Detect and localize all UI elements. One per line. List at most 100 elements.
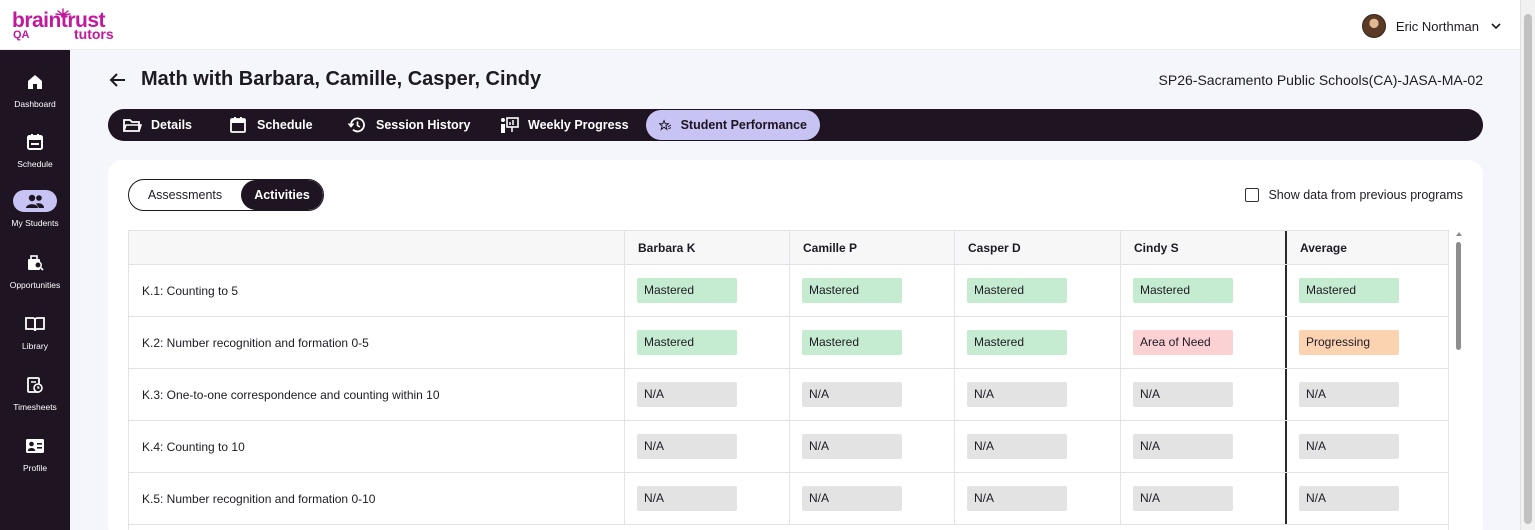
toggle-assessments[interactable]: Assessments xyxy=(129,180,241,210)
table-row: K.4: Counting to 10 N/A N/A N/A N/A N/A xyxy=(129,421,1448,473)
header-label: Casper D xyxy=(968,241,1021,255)
student-status-cell: N/A xyxy=(789,421,954,472)
average-cell: N/A xyxy=(1285,369,1448,420)
student-status-cell: Mastered xyxy=(954,265,1120,316)
header-cell-student: Camille P xyxy=(789,231,954,264)
status-badge: N/A xyxy=(637,382,737,407)
tab-label: Session History xyxy=(376,118,471,132)
status-badge: Mastered xyxy=(1299,278,1399,303)
sidebar-item-dashboard[interactable]: Dashboard xyxy=(0,71,70,127)
student-status-cell: N/A xyxy=(1120,473,1286,524)
skill-cell: K.3: One-to-one correspondence and count… xyxy=(129,369,624,420)
show-previous-programs-checkbox[interactable]: Show data from previous programs xyxy=(1245,188,1463,202)
status-badge: N/A xyxy=(802,486,902,511)
header-label: Average xyxy=(1300,241,1347,255)
header-cell-average: Average xyxy=(1285,231,1448,264)
student-status-cell: Area of Need xyxy=(1120,317,1286,368)
status-badge: Mastered xyxy=(637,330,737,355)
student-status-cell: Mastered xyxy=(624,265,789,316)
students-icon xyxy=(26,194,44,208)
user-name: Eric Northman xyxy=(1395,18,1479,34)
performance-card: Assessments Activities Show data from pr… xyxy=(108,160,1483,530)
status-badge: Mastered xyxy=(967,330,1067,355)
brand-qa-label: QA xyxy=(13,29,30,41)
logo-spark-icon xyxy=(55,8,71,16)
sidebar-item-label: My Students xyxy=(11,218,59,228)
status-badge: Mastered xyxy=(637,278,737,303)
student-status-cell: N/A xyxy=(789,369,954,420)
skill-name: K.3: One-to-one correspondence and count… xyxy=(142,388,440,402)
student-status-cell: Mastered xyxy=(1120,265,1286,316)
program-code: SP26-Sacramento Public Schools(CA)-JASA-… xyxy=(1158,72,1483,88)
skill-cell: K.1: Counting to 5 xyxy=(129,265,624,316)
calendar-icon xyxy=(230,117,246,133)
profile-card-icon xyxy=(26,439,44,453)
table-row: K.2: Number recognition and formation 0-… xyxy=(129,317,1448,369)
student-status-cell: N/A xyxy=(624,473,789,524)
page-scrollbar-thumb[interactable] xyxy=(1524,14,1532,524)
tab-session-history[interactable]: Session History xyxy=(334,110,483,140)
sidebar-item-schedule[interactable]: Schedule xyxy=(0,131,70,187)
sidebar-item-label: Timesheets xyxy=(13,402,57,412)
chevron-down-icon[interactable] xyxy=(1489,19,1503,33)
user-menu[interactable]: Eric Northman xyxy=(1361,13,1503,39)
tab-weekly-progress[interactable]: Weekly Progress xyxy=(486,110,642,140)
tab-label: Details xyxy=(151,118,192,132)
status-badge: Progressing xyxy=(1299,330,1399,355)
table-row: K.3: One-to-one correspondence and count… xyxy=(129,369,1448,421)
tab-label: Student Performance xyxy=(680,118,807,132)
student-status-cell: Mastered xyxy=(789,317,954,368)
tab-details[interactable]: Details xyxy=(109,110,205,140)
calendar-icon xyxy=(27,134,43,150)
sidebar-item-timesheets[interactable]: Timesheets xyxy=(0,374,70,430)
tab-bar: Details Schedule Session History Weekly … xyxy=(108,109,1483,141)
average-cell: Progressing xyxy=(1285,317,1448,368)
sidebar-item-label: Library xyxy=(22,341,48,351)
history-icon xyxy=(347,117,365,133)
skill-name: K.4: Counting to 10 xyxy=(142,440,245,454)
student-status-cell: N/A xyxy=(789,473,954,524)
view-toggle: Assessments Activities xyxy=(128,179,324,211)
page-scrollbar[interactable] xyxy=(1520,0,1535,530)
skill-cell: K.4: Counting to 10 xyxy=(129,421,624,472)
sidebar-item-opportunities[interactable]: Opportunities xyxy=(0,252,70,308)
status-badge: N/A xyxy=(1299,486,1399,511)
book-icon xyxy=(25,317,45,332)
tab-student-performance[interactable]: Student Performance xyxy=(646,110,820,140)
status-badge: N/A xyxy=(967,382,1067,407)
header-cell-student: Cindy S xyxy=(1120,231,1286,264)
sidebar-item-label: Dashboard xyxy=(14,99,56,109)
tab-label: Schedule xyxy=(257,118,313,132)
status-badge: N/A xyxy=(802,434,902,459)
status-badge: N/A xyxy=(1133,486,1233,511)
home-icon xyxy=(28,75,42,89)
tab-schedule[interactable]: Schedule xyxy=(215,110,326,140)
skill-cell: K.2: Number recognition and formation 0-… xyxy=(129,317,624,368)
checkbox-box[interactable] xyxy=(1245,188,1260,202)
header-cell-student: Casper D xyxy=(954,231,1120,264)
sidebar-item-label: Opportunities xyxy=(9,280,61,290)
table-scrollbar[interactable] xyxy=(1454,230,1464,530)
average-cell: N/A xyxy=(1285,421,1448,472)
student-status-cell: N/A xyxy=(1120,369,1286,420)
status-badge: N/A xyxy=(1133,434,1233,459)
status-badge: N/A xyxy=(637,434,737,459)
sidebar-item-library[interactable]: Library xyxy=(0,313,70,369)
presentation-icon xyxy=(501,117,519,133)
status-badge: N/A xyxy=(1299,382,1399,407)
student-status-cell: N/A xyxy=(954,421,1120,472)
sidebar-item-profile[interactable]: Profile xyxy=(0,435,70,491)
skill-name: K.2: Number recognition and formation 0-… xyxy=(142,336,369,350)
back-arrow-icon[interactable] xyxy=(108,70,128,90)
table-scrollbar-thumb[interactable] xyxy=(1456,242,1461,350)
performance-table: Barbara K Camille P Casper D Cindy S Ave… xyxy=(128,230,1449,530)
status-badge: Area of Need xyxy=(1133,330,1233,355)
average-cell: Mastered xyxy=(1285,265,1448,316)
braintrust-logo[interactable]: braintrust QA tutors xyxy=(12,8,122,44)
sidebar-item-my-students[interactable]: My Students xyxy=(0,190,70,246)
student-status-cell: N/A xyxy=(954,473,1120,524)
sidebar-item-label: Profile xyxy=(22,463,48,473)
skill-name: K.5: Number recognition and formation 0-… xyxy=(142,492,376,506)
toggle-activities[interactable]: Activities xyxy=(241,180,323,210)
scroll-up-arrow-icon[interactable] xyxy=(1455,230,1463,238)
